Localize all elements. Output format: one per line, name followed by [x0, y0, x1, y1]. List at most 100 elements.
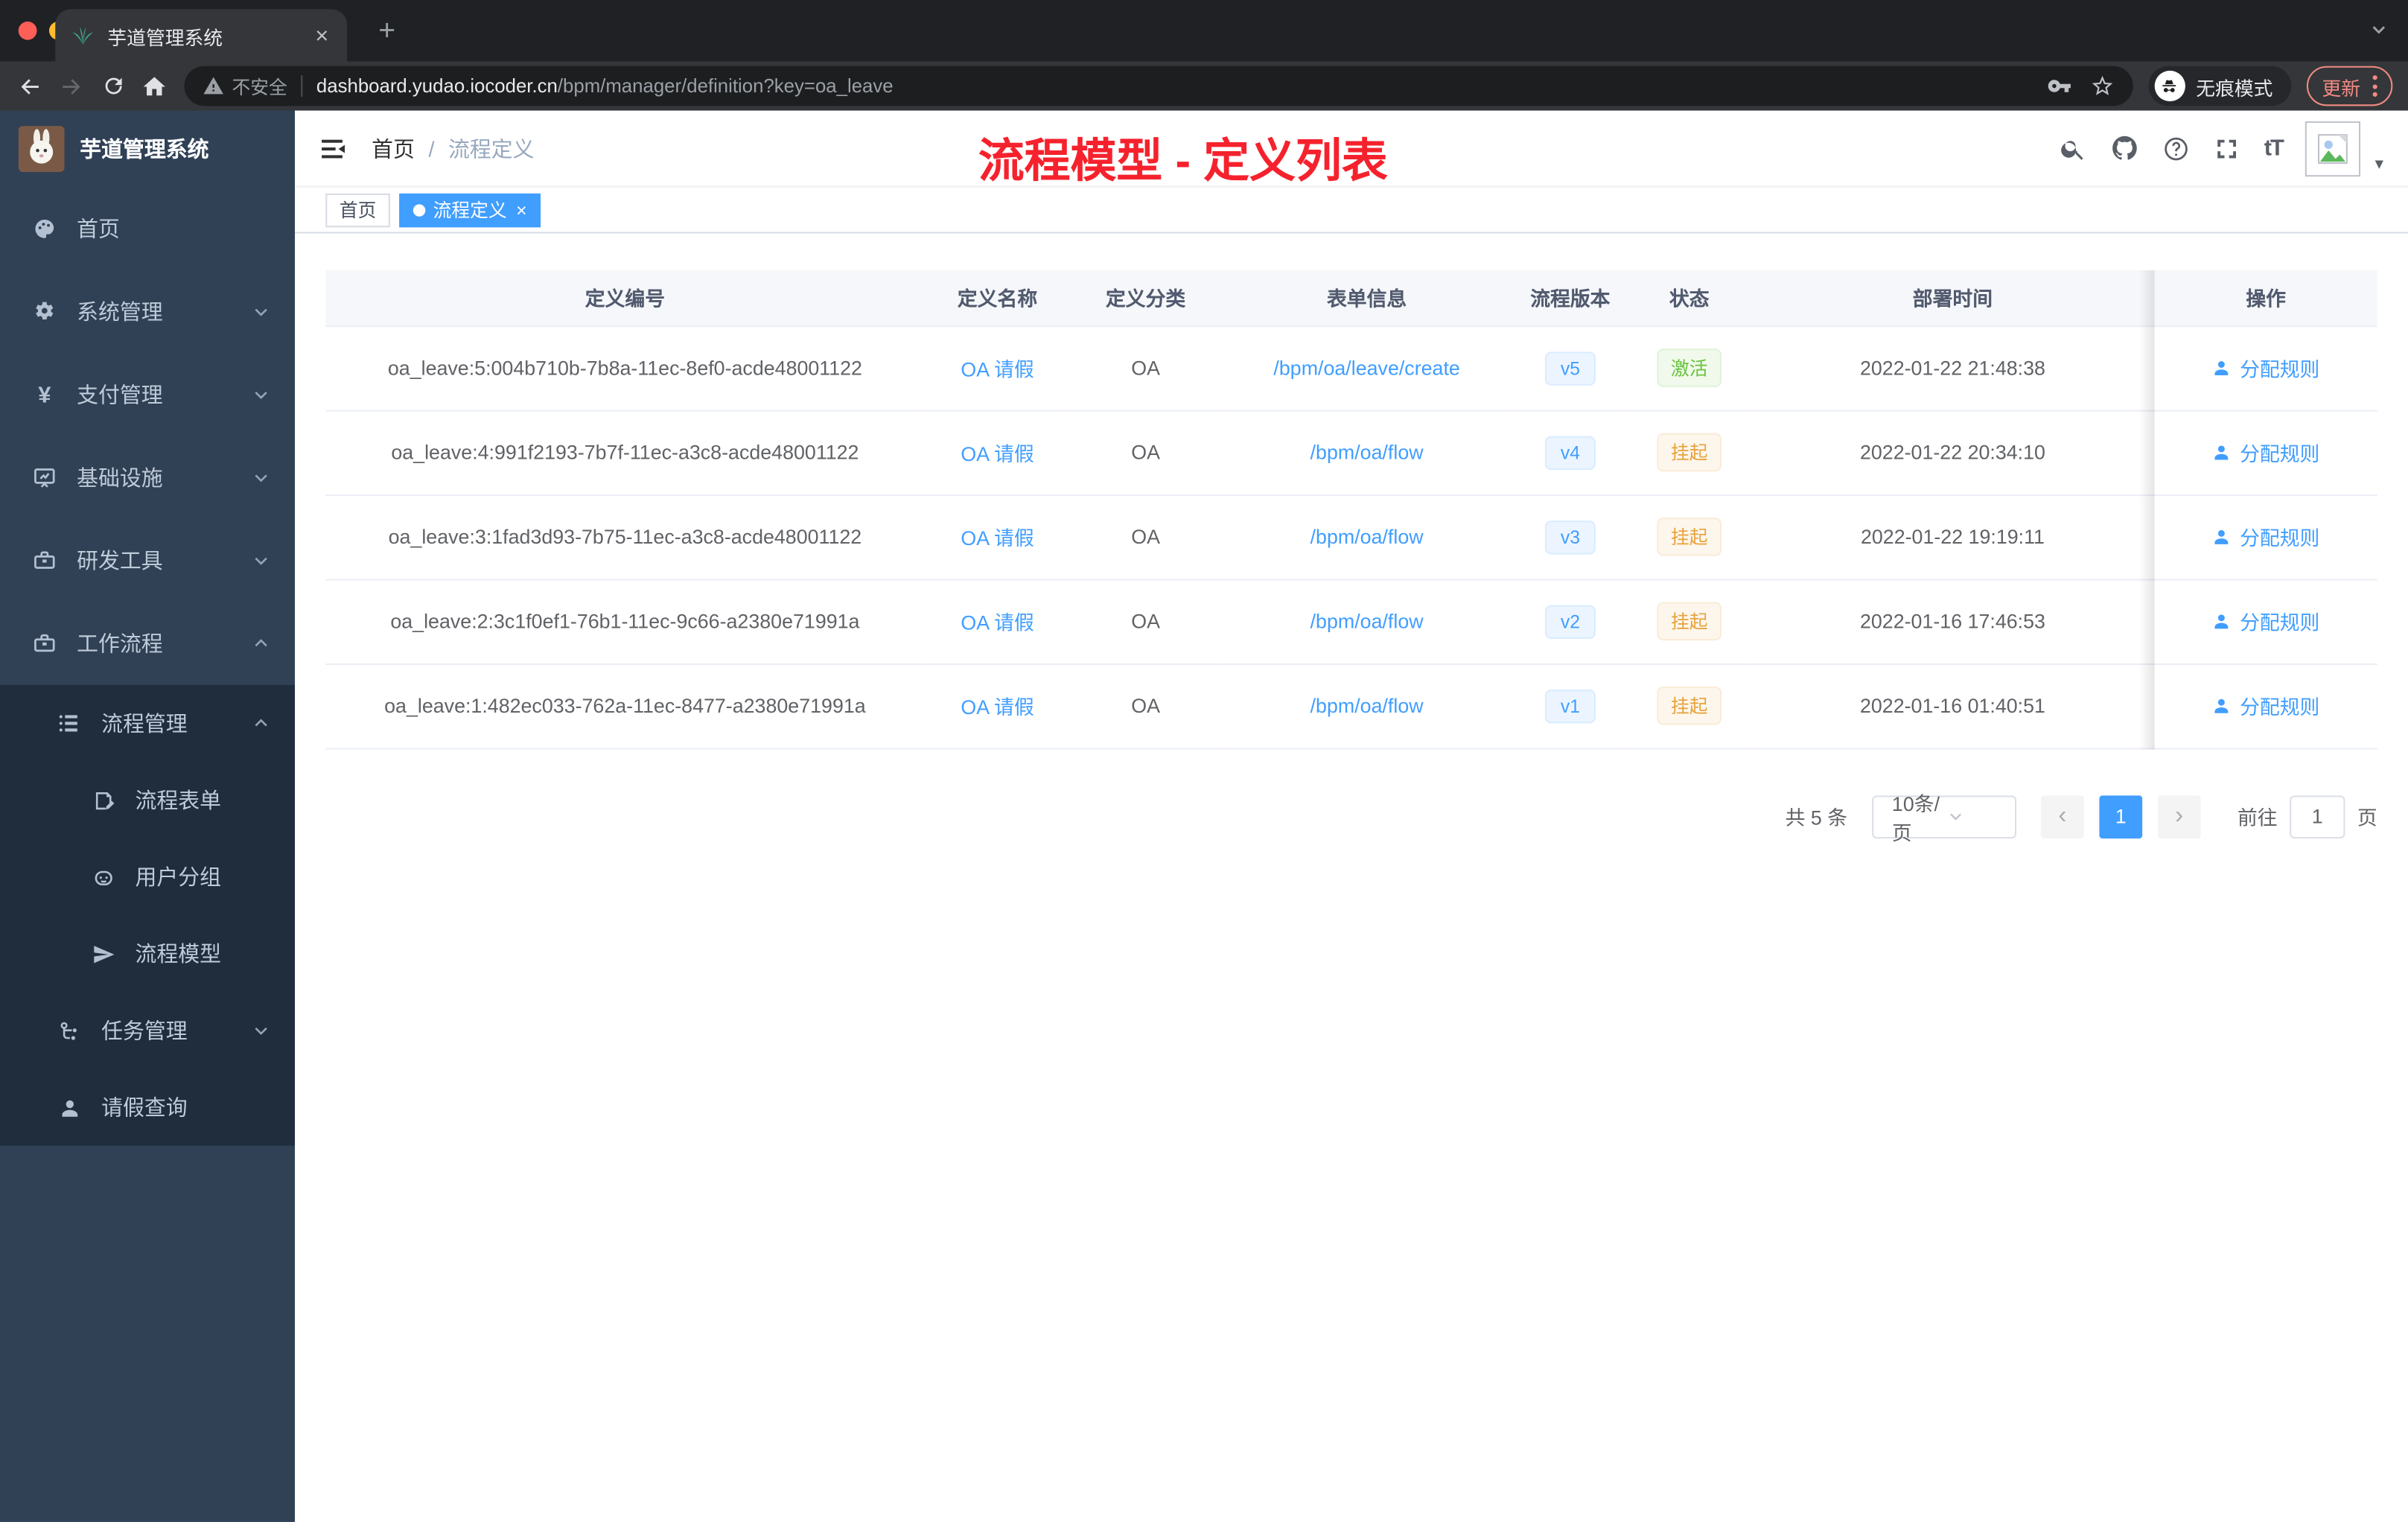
form-link[interactable]: /bpm/oa/flow — [1310, 694, 1424, 717]
bookmark-star-icon[interactable] — [2090, 74, 2115, 98]
password-key-icon[interactable] — [2047, 74, 2071, 98]
search-icon[interactable] — [2060, 134, 2087, 162]
goto-suffix-label: 页 — [2357, 806, 2377, 830]
chevron-up-icon — [252, 714, 270, 733]
avatar[interactable] — [2305, 120, 2362, 176]
page-size-select[interactable]: 10条/页 — [1872, 792, 2016, 844]
reload-button[interactable] — [92, 66, 134, 107]
app-navbar: 首页 / 流程定义 流程模型 - 定义列表 tT ▾ — [295, 110, 2408, 188]
breadcrumb-home[interactable]: 首页 — [372, 133, 415, 163]
sidebar-item-process-model[interactable]: 流程模型 — [0, 915, 295, 992]
help-icon[interactable] — [2163, 134, 2191, 162]
col-process-version: 流程版本 — [1512, 270, 1628, 327]
assign-rule-link[interactable]: 分配规则 — [2212, 607, 2319, 636]
browser-menu-update-button[interactable]: 更新 — [2306, 66, 2393, 106]
tag-home[interactable]: 首页 — [325, 192, 390, 227]
tab-close-icon[interactable]: × — [312, 24, 331, 47]
form-link[interactable]: /bpm/oa/flow — [1310, 441, 1424, 464]
form-link[interactable]: /bpm/oa/flow — [1310, 610, 1424, 633]
sidebar-item-system[interactable]: 系统管理 — [0, 270, 295, 353]
cell-category: OA — [1070, 410, 1221, 496]
window-close-button[interactable] — [18, 21, 37, 40]
process-definitions-table: 定义编号 定义名称 定义分类 表单信息 流程版本 状态 部署时间 操作 oa_l… — [325, 270, 2377, 749]
version-badge: v5 — [1545, 351, 1596, 385]
chevron-down-icon — [252, 468, 270, 487]
definition-name-link[interactable]: OA 请假 — [961, 611, 1033, 634]
incognito-label: 无痕模式 — [2196, 77, 2273, 100]
browser-toolbar: 不安全 dashboard.yudao.iocoder.cn/bpm/manag… — [0, 61, 2408, 111]
sidebar-item-label: 首页 — [77, 216, 120, 241]
form-edit-icon — [89, 789, 117, 812]
sidebar-collapse-icon[interactable] — [319, 134, 347, 162]
briefcase-icon — [31, 631, 58, 656]
definition-name-link[interactable]: OA 请假 — [961, 358, 1033, 381]
security-label: 不安全 — [232, 76, 287, 98]
sidebar-menu: 首页 系统管理 ¥ 支付管理 基础设施 研发工具 工作流程 流程管理 流程表单 … — [0, 188, 295, 1146]
prev-page-button[interactable]: ‹ — [2040, 795, 2084, 838]
user-icon — [2215, 361, 2229, 376]
back-button[interactable] — [9, 66, 51, 107]
assign-rule-link[interactable]: 分配规则 — [2212, 438, 2319, 467]
sidebar-item-payment[interactable]: ¥ 支付管理 — [0, 353, 295, 436]
address-bar[interactable]: 不安全 dashboard.yudao.iocoder.cn/bpm/manag… — [184, 66, 2133, 106]
tag-process-definition[interactable]: 流程定义 × — [399, 192, 541, 227]
assign-rule-link[interactable]: 分配规则 — [2212, 691, 2319, 720]
chevron-right-icon: › — [2175, 802, 2184, 829]
form-link[interactable]: /bpm/oa/leave/create — [1273, 357, 1459, 380]
fullscreen-icon[interactable] — [2214, 134, 2241, 162]
logo-avatar — [18, 126, 65, 172]
definition-name-link[interactable]: OA 请假 — [961, 526, 1033, 550]
home-button[interactable] — [133, 66, 175, 107]
goto-page-input[interactable] — [2290, 795, 2345, 838]
definition-name-link[interactable]: OA 请假 — [961, 695, 1033, 719]
definition-name-link[interactable]: OA 请假 — [961, 442, 1033, 465]
sidebar-item-label: 用户分组 — [135, 865, 222, 890]
security-warning-icon[interactable] — [203, 75, 224, 97]
sidebar-item-infrastructure[interactable]: 基础设施 — [0, 436, 295, 519]
cell-deploy-time: 2022-01-22 19:19:11 — [1751, 494, 2155, 580]
cell-definition-id: oa_leave:5:004b710b-7b8a-11ec-8ef0-acde4… — [325, 325, 925, 411]
sidebar-item-task-management[interactable]: 任务管理 — [0, 992, 295, 1069]
sidebar-item-process-form[interactable]: 流程表单 — [0, 762, 295, 838]
cell-definition-id: oa_leave:1:482ec033-762a-11ec-8477-a2380… — [325, 663, 925, 749]
status-badge: 挂起 — [1657, 518, 1722, 556]
table-row: oa_leave:1:482ec033-762a-11ec-8477-a2380… — [325, 663, 2377, 749]
chevron-left-icon: ‹ — [2058, 802, 2067, 829]
avatar-caret-down-icon[interactable]: ▾ — [2375, 153, 2383, 173]
sidebar-item-label: 任务管理 — [101, 1018, 188, 1043]
sidebar-item-user-group[interactable]: 用户分组 — [0, 838, 295, 915]
tag-close-icon[interactable]: × — [516, 200, 526, 219]
sidebar-item-leave-query[interactable]: 请假查询 — [0, 1069, 295, 1146]
user-icon — [2215, 698, 2229, 713]
status-badge: 挂起 — [1657, 433, 1722, 472]
tab-search-chevron-icon[interactable] — [2368, 19, 2389, 48]
font-size-icon[interactable]: tT — [2264, 136, 2284, 162]
page-number-button[interactable]: 1 — [2099, 795, 2143, 838]
cell-category: OA — [1070, 325, 1221, 411]
sidebar-item-label: 流程模型 — [135, 941, 222, 967]
github-icon[interactable] — [2110, 133, 2139, 162]
sidebar-item-label: 请假查询 — [101, 1095, 188, 1120]
browser-tab[interactable]: 芋道管理系统 × — [55, 9, 348, 62]
assign-rule-link[interactable]: 分配规则 — [2212, 522, 2319, 551]
next-page-button[interactable]: › — [2157, 795, 2201, 838]
sidebar-item-home[interactable]: 首页 — [0, 188, 295, 270]
new-tab-button[interactable]: + — [366, 10, 409, 54]
sidebar-item-process-management[interactable]: 流程管理 — [0, 685, 295, 762]
monitor-icon — [31, 465, 58, 490]
assign-rule-link[interactable]: 分配规则 — [2212, 353, 2319, 382]
form-link[interactable]: /bpm/oa/flow — [1310, 525, 1424, 548]
cell-definition-id: oa_leave:2:3c1f0ef1-76b1-11ec-9c66-a2380… — [325, 579, 925, 665]
sidebar-item-label: 系统管理 — [77, 299, 163, 325]
forward-button[interactable] — [51, 66, 92, 107]
kebab-menu-icon[interactable] — [2372, 75, 2377, 97]
table-row: oa_leave:5:004b710b-7b8a-11ec-8ef0-acde4… — [325, 325, 2377, 411]
sidebar-item-dev-tools[interactable]: 研发工具 — [0, 519, 295, 602]
version-badge: v2 — [1545, 604, 1596, 638]
cell-category: OA — [1070, 494, 1221, 580]
workflow-submenu: 流程管理 流程表单 用户分组 流程模型 任务管理 请假查询 — [0, 684, 295, 1146]
paper-plane-icon — [89, 942, 117, 965]
sidebar-item-workflow[interactable]: 工作流程 — [0, 602, 295, 685]
breadcrumb-current: 流程定义 — [448, 136, 535, 161]
sidebar-logo[interactable]: 芋道管理系统 — [0, 111, 295, 188]
